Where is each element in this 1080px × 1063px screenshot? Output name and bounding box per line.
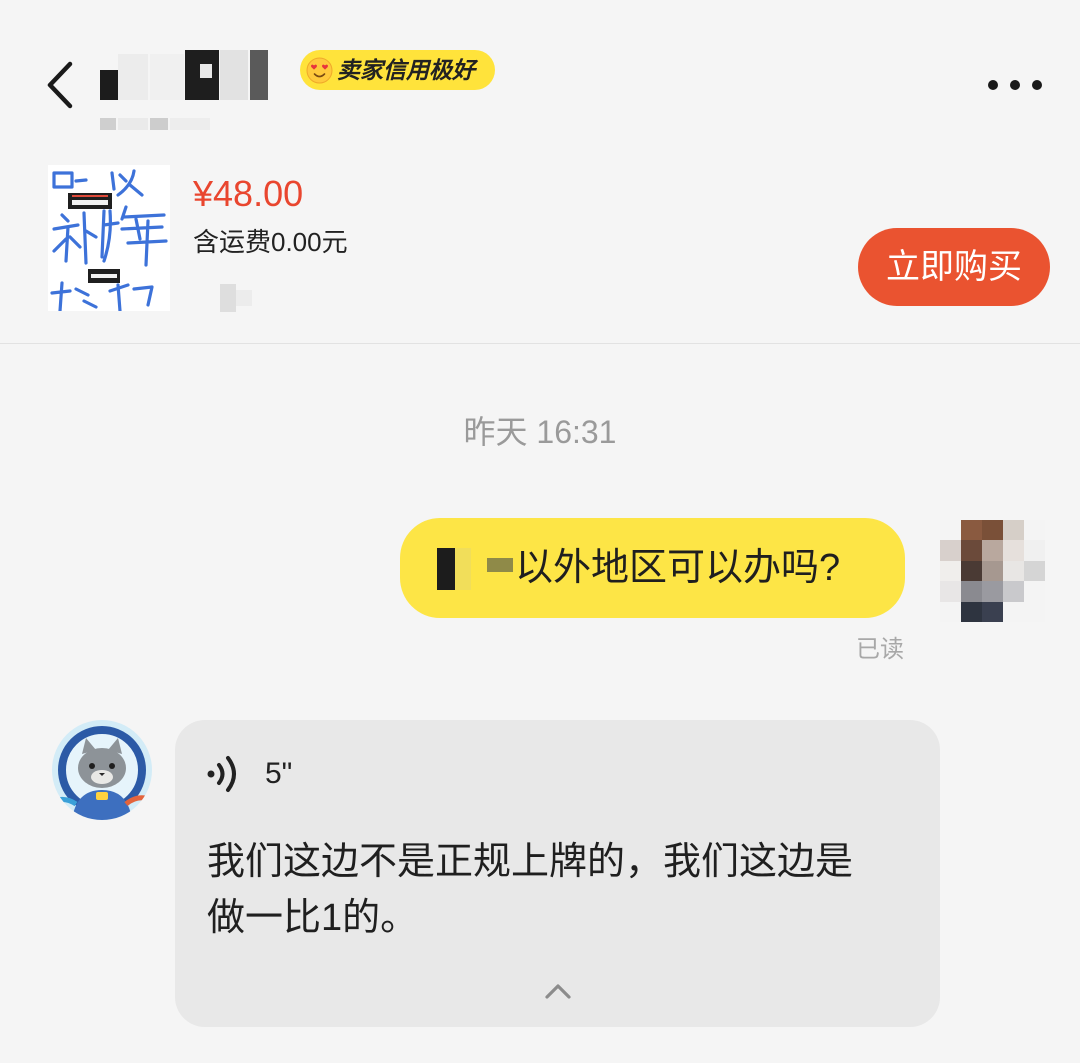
mosaic-block xyxy=(961,520,982,541)
incoming-voice-message-bubble[interactable]: 5" 我们这边不是正规上牌的，我们这边是 做一比1的。 xyxy=(175,720,940,1027)
product-price: ¥48.00 xyxy=(193,173,304,214)
transcript-line: 我们这边不是正规上牌的，我们这边是 xyxy=(207,841,854,883)
header-divider xyxy=(0,343,1080,344)
mosaic-block xyxy=(250,50,268,100)
transcript-line: 做一比1的。 xyxy=(207,897,419,939)
mosaic-block xyxy=(170,118,210,130)
mosaic-block xyxy=(455,548,471,590)
mosaic-block xyxy=(961,540,982,561)
seller-credit-label: 卖家信用极好 xyxy=(337,57,475,83)
redacted-product-info xyxy=(220,284,254,312)
mosaic-block xyxy=(940,520,961,541)
mosaic-block xyxy=(982,601,1003,622)
mosaic-block xyxy=(982,560,1003,582)
astronaut-cat-avatar-icon xyxy=(52,720,152,820)
mosaic-block xyxy=(100,118,116,130)
buy-now-button[interactable]: 立即购买 xyxy=(858,228,1050,306)
mosaic-block xyxy=(940,581,961,602)
chat-timestamp: 昨天 16:31 xyxy=(463,414,617,450)
mosaic-block xyxy=(982,540,1003,561)
mosaic-block xyxy=(150,118,168,130)
back-button[interactable] xyxy=(38,58,82,112)
mosaic-block xyxy=(961,560,982,582)
mosaic-block xyxy=(1003,581,1024,602)
outgoing-message-text: 以外地区可以办吗? xyxy=(515,547,841,589)
mosaic-block xyxy=(1024,520,1045,541)
chevron-left-icon xyxy=(47,61,73,109)
redacted-seller-name[interactable] xyxy=(98,44,280,136)
mosaic-block xyxy=(236,290,252,306)
mosaic-block xyxy=(940,601,961,622)
more-dots-icon xyxy=(988,80,1042,90)
heart-eyes-emoji-icon xyxy=(306,57,333,84)
mosaic-block xyxy=(1024,601,1045,622)
mosaic-block xyxy=(118,54,148,100)
mosaic-block xyxy=(150,54,184,100)
mosaic-block xyxy=(118,118,148,130)
shipping-fee: 含运费0.00元 xyxy=(193,227,348,257)
product-thumbnail-image xyxy=(48,165,170,311)
mosaic-block xyxy=(437,548,455,590)
more-options-button[interactable] xyxy=(984,74,1046,96)
seller-credit-badge: 卖家信用极好 xyxy=(300,50,495,90)
voice-wave-icon[interactable] xyxy=(205,754,245,794)
mosaic-block xyxy=(1024,560,1045,582)
outgoing-message-bubble[interactable]: 以外地区可以办吗? xyxy=(400,518,905,618)
seller-avatar[interactable] xyxy=(52,720,152,820)
mosaic-block xyxy=(982,581,1003,602)
mosaic-block xyxy=(1003,560,1024,582)
mosaic-block xyxy=(940,540,961,561)
mosaic-block xyxy=(1003,520,1024,541)
my-avatar[interactable] xyxy=(940,520,1045,622)
chevron-up-icon[interactable] xyxy=(544,982,572,1000)
mosaic-block xyxy=(961,581,982,602)
mosaic-block xyxy=(100,70,118,100)
mosaic-block xyxy=(940,560,961,582)
redacted-message-prefix xyxy=(437,546,515,590)
mosaic-block xyxy=(200,64,212,78)
mosaic-block xyxy=(1024,581,1045,602)
mosaic-block xyxy=(961,601,982,622)
voice-transcript: 我们这边不是正规上牌的，我们这边是 做一比1的。 xyxy=(207,834,917,946)
mosaic-block xyxy=(487,558,513,572)
mosaic-block xyxy=(220,50,248,100)
mosaic-block xyxy=(220,284,236,312)
mosaic-block xyxy=(1024,540,1045,561)
read-receipt: 已读 xyxy=(856,636,904,663)
product-thumbnail[interactable] xyxy=(48,165,170,311)
mosaic-block xyxy=(982,520,1003,541)
mosaic-block xyxy=(1003,601,1024,622)
voice-duration: 5" xyxy=(265,757,293,790)
mosaic-block xyxy=(1003,540,1024,561)
